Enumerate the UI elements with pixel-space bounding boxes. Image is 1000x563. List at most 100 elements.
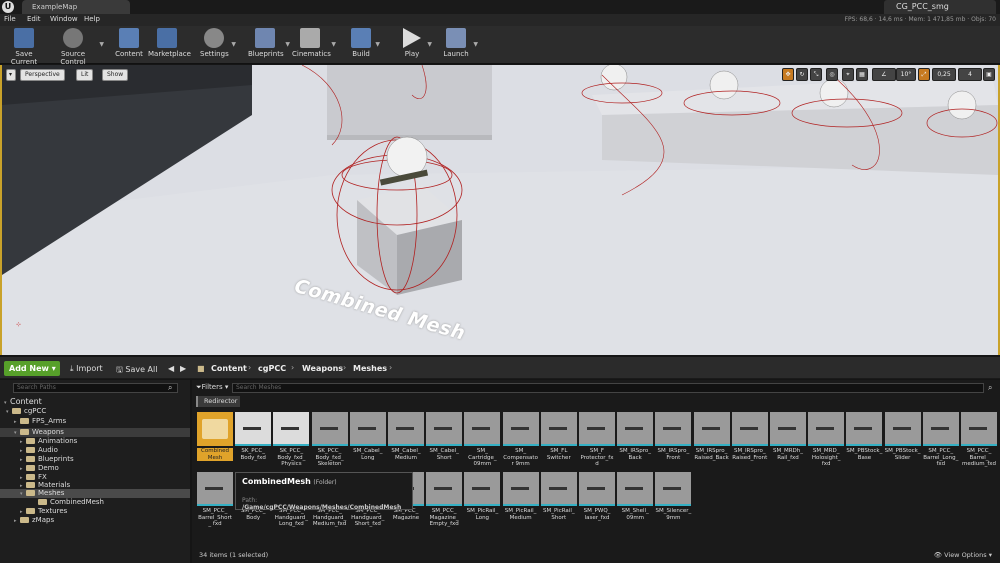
chevron-down-icon[interactable]: ▼	[473, 41, 478, 48]
chevron-down-icon[interactable]: ▼	[99, 41, 104, 48]
asset-tile[interactable]: SM_Cabel_ Long	[349, 412, 386, 461]
forward-arrow-icon[interactable]: ▶	[180, 364, 186, 373]
grid-snap-icon[interactable]: ▦	[856, 68, 868, 81]
asset-tile[interactable]: SM_PicRail_ Medium	[502, 472, 539, 521]
asset-tile[interactable]: SM_ Cartridge_ 09mm	[464, 412, 501, 468]
surface-snap-icon[interactable]: ⌖	[842, 68, 854, 81]
menu-help[interactable]: Help	[84, 15, 100, 23]
scale-tool-icon[interactable]: ⤡	[810, 68, 822, 81]
back-arrow-icon[interactable]: ◀	[168, 364, 174, 373]
tree-item-combinedmesh[interactable]: CombinedMesh	[32, 498, 104, 507]
asset-tile[interactable]: SM_PicRail_ Short	[540, 472, 577, 521]
search-icon[interactable]: ⌕	[988, 383, 992, 393]
menu-edit[interactable]: Edit	[27, 15, 41, 23]
launch-button[interactable]: Launch ▼	[442, 28, 478, 62]
translate-tool-icon[interactable]: ✥	[782, 68, 794, 81]
tree-item-content[interactable]: ▾ Content	[4, 397, 42, 406]
tree-item-demo[interactable]: ▸ Demo	[20, 464, 59, 473]
asset-tile[interactable]: SM_PicRail_ Long	[464, 472, 501, 521]
cinematics-button[interactable]: Cinematics ▼	[292, 28, 336, 62]
tree-item-cgpcc[interactable]: ▾ cgPCC	[6, 407, 46, 416]
tree-item-zmaps[interactable]: ▸ zMaps	[14, 516, 54, 525]
view-options-button[interactable]: 👁 View Options ▾	[934, 551, 992, 559]
asset-tile[interactable]: SM_PCC_ Barrel_Long_ fxd	[922, 412, 959, 468]
breadcrumb-separator[interactable]: ›	[291, 363, 294, 372]
asset-tile[interactable]: SM_PWQ_ laser_fxd	[579, 472, 615, 521]
redirector-filter-tag[interactable]: Redirector	[196, 396, 240, 407]
camera-speed-value[interactable]: 4	[958, 68, 982, 81]
content-button[interactable]: Content	[114, 28, 144, 62]
chevron-down-icon[interactable]: ▼	[231, 41, 236, 48]
asset-tile[interactable]: SM_Cabel_ Short	[426, 412, 463, 461]
project-tab[interactable]: CG_PCC_smg	[884, 0, 996, 14]
asset-tile[interactable]: SM_IRSpro_ Raised_Back	[693, 412, 730, 461]
tree-item-animations[interactable]: ▸ Animations	[20, 437, 77, 446]
settings-button[interactable]: Settings ▼	[200, 28, 236, 62]
source-control-button[interactable]: Source Control ▼	[50, 28, 104, 66]
rotate-tool-icon[interactable]: ↻	[796, 68, 808, 81]
asset-tile[interactable]: SM_PCC_ Barrel_ medium_fxd	[961, 412, 997, 468]
menu-file[interactable]: File	[4, 15, 16, 23]
chevron-down-icon[interactable]: ▼	[427, 41, 432, 48]
add-new-button[interactable]: Add New ▾	[4, 361, 60, 376]
scale-snap-icon[interactable]: ⤢	[918, 68, 930, 81]
marketplace-button[interactable]: Marketplace	[148, 28, 191, 62]
asset-tile[interactable]: SM_PBStock_ Base	[846, 412, 883, 461]
tree-item-textures[interactable]: ▸ Textures	[20, 507, 67, 516]
asset-tile[interactable]: SM_F Protector_fxd	[579, 412, 615, 468]
tree-item-weapons[interactable]: ▾ Weapons	[14, 428, 64, 437]
breadcrumb-content[interactable]: Content	[211, 364, 247, 373]
import-button[interactable]: ⤓ Import	[70, 364, 103, 374]
asset-tile[interactable]: SM_IRSpro_ Back	[617, 412, 654, 461]
search-assets-input[interactable]: Search Meshes	[232, 383, 984, 393]
maximize-viewport-icon[interactable]: ▣	[983, 68, 995, 81]
blueprints-button[interactable]: Blueprints ▼	[248, 28, 290, 62]
asset-tile[interactable]: SM_Shell_ 09mm	[617, 472, 654, 521]
breadcrumb-separator[interactable]: ›	[343, 363, 346, 372]
filters-dropdown[interactable]: ⏷Filters ▾	[196, 383, 228, 392]
tree-item-meshes[interactable]: ▾ Meshes	[20, 489, 64, 498]
asset-tile[interactable]: SM_MRDh_ Rail_fxd	[770, 412, 806, 461]
save-all-button[interactable]: 🖫 Save All	[116, 364, 157, 378]
asset-tile[interactable]: SK_PCC_ Body_fxd	[235, 412, 272, 461]
breadcrumb-weapons[interactable]: Weapons	[302, 364, 343, 373]
asset-tile[interactable]: SM_MRD_ Holosight_ fxd	[808, 412, 845, 468]
save-current-button[interactable]: Save Current	[4, 28, 44, 66]
asset-tile[interactable]: SM_FL Switcher	[540, 412, 577, 461]
play-button[interactable]: Play ▼	[400, 28, 432, 62]
build-button[interactable]: Build ▼	[350, 28, 380, 62]
perspective-button[interactable]: Perspective	[20, 69, 65, 81]
scale-snap-value[interactable]: 0,25	[932, 68, 956, 81]
chevron-down-icon[interactable]: ▼	[375, 41, 380, 48]
search-paths-input[interactable]: Search Paths	[13, 383, 178, 393]
chevron-down-icon[interactable]: ▼	[285, 41, 290, 48]
tree-item-audio[interactable]: ▸ Audio	[20, 446, 58, 455]
show-button[interactable]: Show	[102, 69, 129, 81]
asset-tile[interactable]: SM_PCC_ Magazine_ Empty_fxd	[426, 472, 463, 528]
tree-item-blueprints[interactable]: ▸ Blueprints	[20, 455, 74, 464]
asset-tile[interactable]: SK_PCC_ Body_fxd_ Skeleton	[311, 412, 348, 468]
asset-tile[interactable]: SM_IRSpro_ Front	[655, 412, 692, 461]
asset-tile[interactable]: SM_Silencer_ 9mm	[655, 472, 692, 521]
search-icon[interactable]: ⌕	[168, 383, 172, 393]
map-tab[interactable]: ExampleMap	[22, 0, 130, 14]
asset-tile[interactable]: SM_ Compensator 9mm	[502, 412, 539, 468]
viewport-options-button[interactable]: ▾	[6, 69, 16, 81]
tree-item-fps-arms[interactable]: ▸ FPS_Arms	[14, 417, 66, 426]
rotation-snap-icon[interactable]: ∠	[872, 68, 896, 81]
breadcrumb-separator[interactable]: ›	[248, 363, 251, 372]
asset-tile[interactable]: SM_IRSpro_ Raised_Front	[731, 412, 768, 461]
menu-window[interactable]: Window	[50, 15, 78, 23]
world-local-icon[interactable]: ◎	[826, 68, 838, 81]
lit-mode-button[interactable]: Lit	[76, 69, 94, 81]
rotation-snap-value[interactable]: 10°	[896, 68, 916, 81]
level-viewport[interactable]: ▾ Perspective Lit Show ✥ ↻ ⤡ ◎ ⌖ ▦ ∠ 10°…	[0, 65, 1000, 355]
asset-tile[interactable]: SM_PBStock_ Slider	[884, 412, 921, 461]
folder-tile[interactable]: Combined Mesh	[197, 412, 233, 461]
breadcrumb-separator[interactable]: ›	[389, 363, 392, 372]
asset-tile[interactable]: SK_PCC_ Body_fxd_ Physics	[273, 412, 310, 468]
chevron-down-icon[interactable]: ▼	[331, 41, 336, 48]
asset-tile[interactable]: SM_Cabel_ Medium	[388, 412, 424, 461]
asset-tile[interactable]: SM_PCC_ Barrel_Short_ fxd	[197, 472, 233, 528]
breadcrumb-meshes[interactable]: Meshes	[353, 364, 387, 373]
